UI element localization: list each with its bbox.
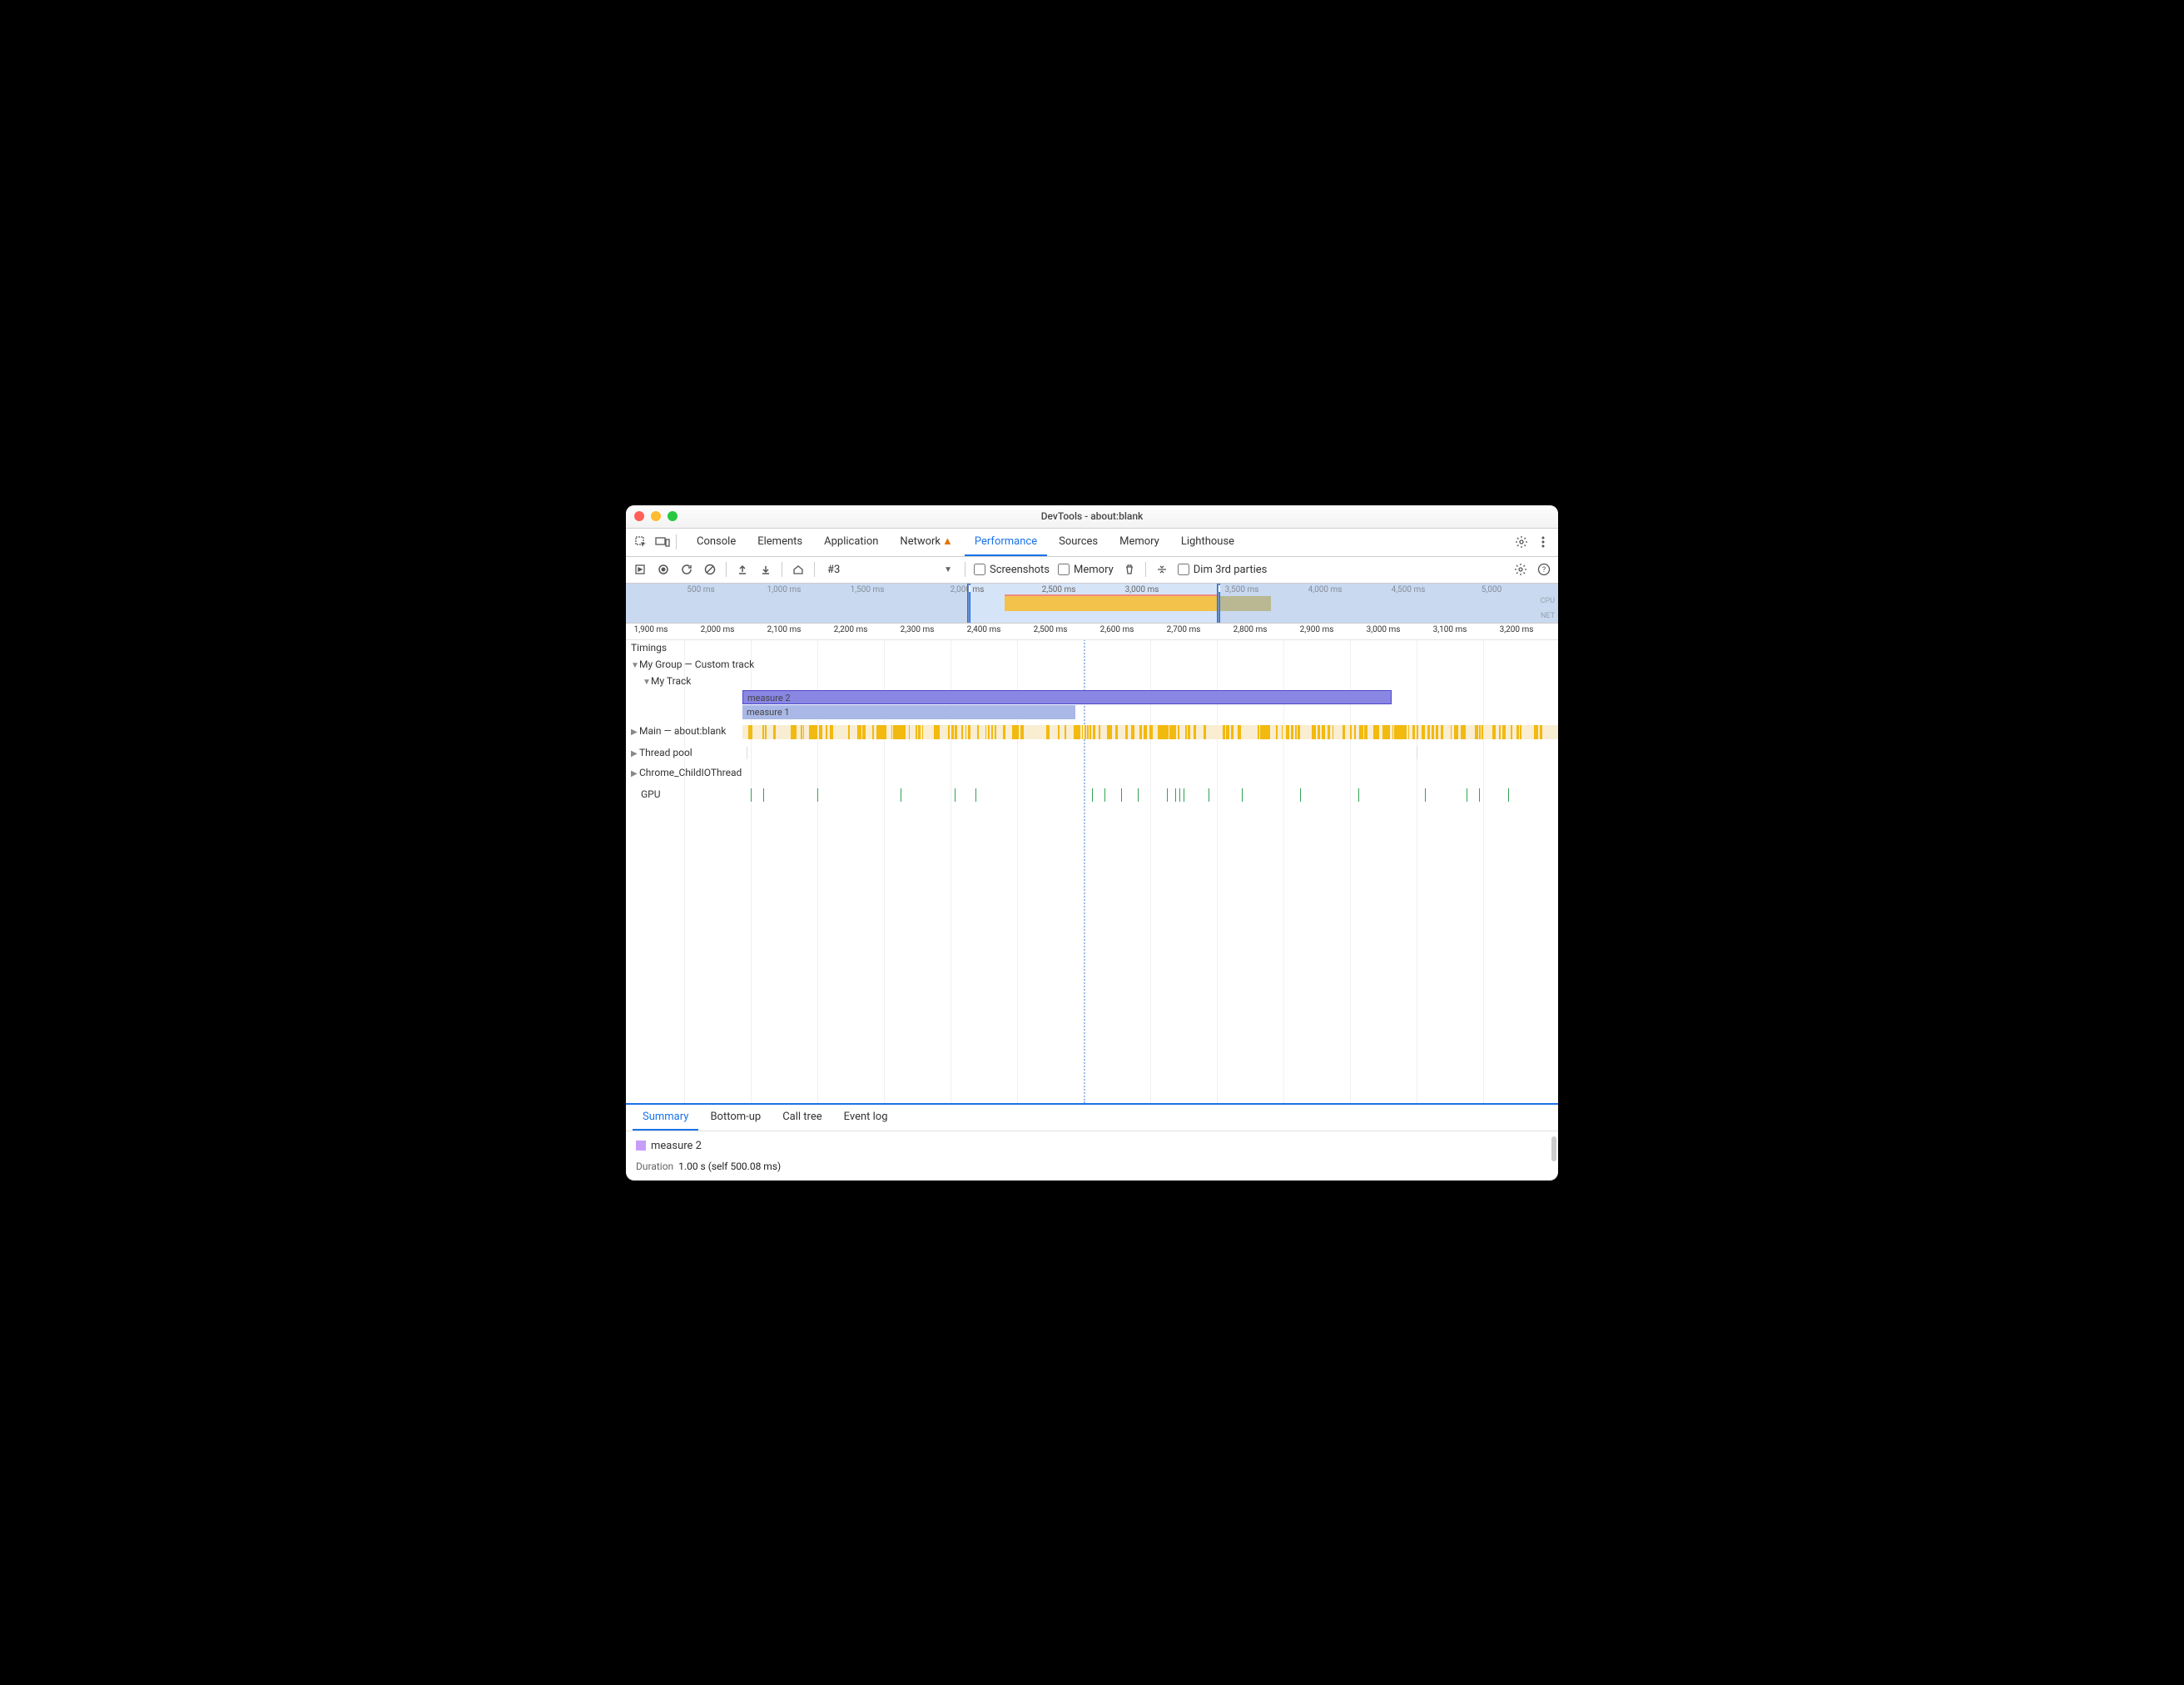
- trash-icon[interactable]: [1122, 562, 1137, 577]
- chevron-right-icon: ▶: [631, 728, 639, 737]
- settings-icon[interactable]: [1513, 562, 1528, 577]
- upload-icon[interactable]: [735, 562, 750, 577]
- warning-icon: ▲: [942, 535, 953, 548]
- inspect-icon[interactable]: [633, 534, 649, 550]
- tab-console[interactable]: Console: [687, 528, 746, 556]
- chevron-down-icon: ▼: [631, 661, 639, 670]
- chevron-down-icon: ▼: [643, 678, 651, 687]
- selection-handle-left[interactable]: [967, 584, 970, 623]
- bar-measure-1[interactable]: measure 1: [742, 705, 1075, 719]
- tab-network[interactable]: Network▲: [890, 528, 962, 556]
- tab-lighthouse[interactable]: Lighthouse: [1171, 528, 1244, 556]
- chevron-right-icon: ▶: [631, 769, 639, 778]
- home-icon[interactable]: [791, 562, 806, 577]
- tab-bottomup[interactable]: Bottom-up: [700, 1104, 771, 1131]
- traffic-lights: [634, 511, 678, 521]
- svg-text:?: ?: [1542, 566, 1546, 574]
- summary-name: measure 2: [651, 1140, 702, 1152]
- track-group[interactable]: ▼My Group — Custom track: [631, 659, 754, 670]
- details-pane: Summary Bottom-up Call tree Event log me…: [626, 1103, 1558, 1180]
- scrollbar[interactable]: [1551, 1136, 1556, 1161]
- profile-selector[interactable]: #3 ▼: [823, 561, 956, 579]
- bar-measure-2[interactable]: measure 2: [742, 690, 1392, 704]
- tab-elements[interactable]: Elements: [747, 528, 812, 556]
- help-icon[interactable]: ?: [1536, 562, 1551, 577]
- device-icon[interactable]: [654, 534, 671, 550]
- track-mytrack[interactable]: ▼My Track: [643, 675, 691, 687]
- record-icon[interactable]: [633, 562, 648, 577]
- screenshots-checkbox[interactable]: Screenshots: [974, 564, 1050, 576]
- track-gpu[interactable]: GPU: [641, 788, 661, 800]
- minimize-icon[interactable]: [651, 511, 661, 521]
- memory-checkbox[interactable]: Memory: [1058, 564, 1114, 576]
- gear-icon[interactable]: [1513, 534, 1530, 550]
- overview-minimap[interactable]: 500 ms 1,000 ms 1,500 ms 2,000 ms 2,500 …: [626, 584, 1558, 624]
- tab-performance[interactable]: Performance: [965, 528, 1047, 556]
- flame-chart[interactable]: Timings ▼My Group — Custom track ▼My Tra…: [626, 640, 1558, 1103]
- chevron-down-icon: ▼: [944, 565, 952, 574]
- reload-icon[interactable]: [679, 562, 694, 577]
- window-title: DevTools - about:blank: [626, 510, 1558, 522]
- track-timings[interactable]: Timings: [631, 642, 667, 654]
- track-childio[interactable]: ▶Chrome_ChildIOThread: [631, 767, 742, 778]
- chevron-right-icon: ▶: [631, 749, 639, 758]
- track-main[interactable]: ▶Main — about:blank: [631, 725, 726, 737]
- tab-eventlog[interactable]: Event log: [834, 1104, 898, 1131]
- tab-calltree[interactable]: Call tree: [772, 1104, 831, 1131]
- tab-memory[interactable]: Memory: [1109, 528, 1169, 556]
- titlebar: DevTools - about:blank: [626, 505, 1558, 529]
- download-icon[interactable]: [758, 562, 773, 577]
- tab-sources[interactable]: Sources: [1049, 528, 1108, 556]
- main-tabbar: Console Elements Application Network▲ Pe…: [626, 529, 1558, 557]
- track-threadpool[interactable]: ▶Thread pool: [631, 747, 692, 758]
- panel-tabs: Console Elements Application Network▲ Pe…: [687, 528, 1244, 556]
- details-tabs: Summary Bottom-up Call tree Event log: [626, 1105, 1558, 1131]
- clear-icon[interactable]: [702, 562, 717, 577]
- collapse-icon[interactable]: [1154, 562, 1169, 577]
- tab-summary[interactable]: Summary: [633, 1104, 698, 1131]
- maximize-icon[interactable]: [668, 511, 678, 521]
- summary-content: measure 2 Duration1.00 s (self 500.08 ms…: [626, 1131, 1558, 1180]
- timeline-ruler[interactable]: 1,900 ms 2,000 ms 2,100 ms 2,200 ms 2,30…: [626, 624, 1558, 640]
- more-icon[interactable]: [1535, 534, 1551, 550]
- dim-checkbox[interactable]: Dim 3rd parties: [1178, 564, 1268, 576]
- playhead: [1084, 640, 1085, 1103]
- close-icon[interactable]: [634, 511, 644, 521]
- color-swatch: [636, 1141, 646, 1151]
- perf-toolbar: #3 ▼ Screenshots Memory Dim 3rd parties …: [626, 557, 1558, 584]
- record-dot-icon[interactable]: [656, 562, 671, 577]
- tab-application[interactable]: Application: [814, 528, 888, 556]
- devtools-window: DevTools - about:blank Console Elements …: [626, 505, 1558, 1180]
